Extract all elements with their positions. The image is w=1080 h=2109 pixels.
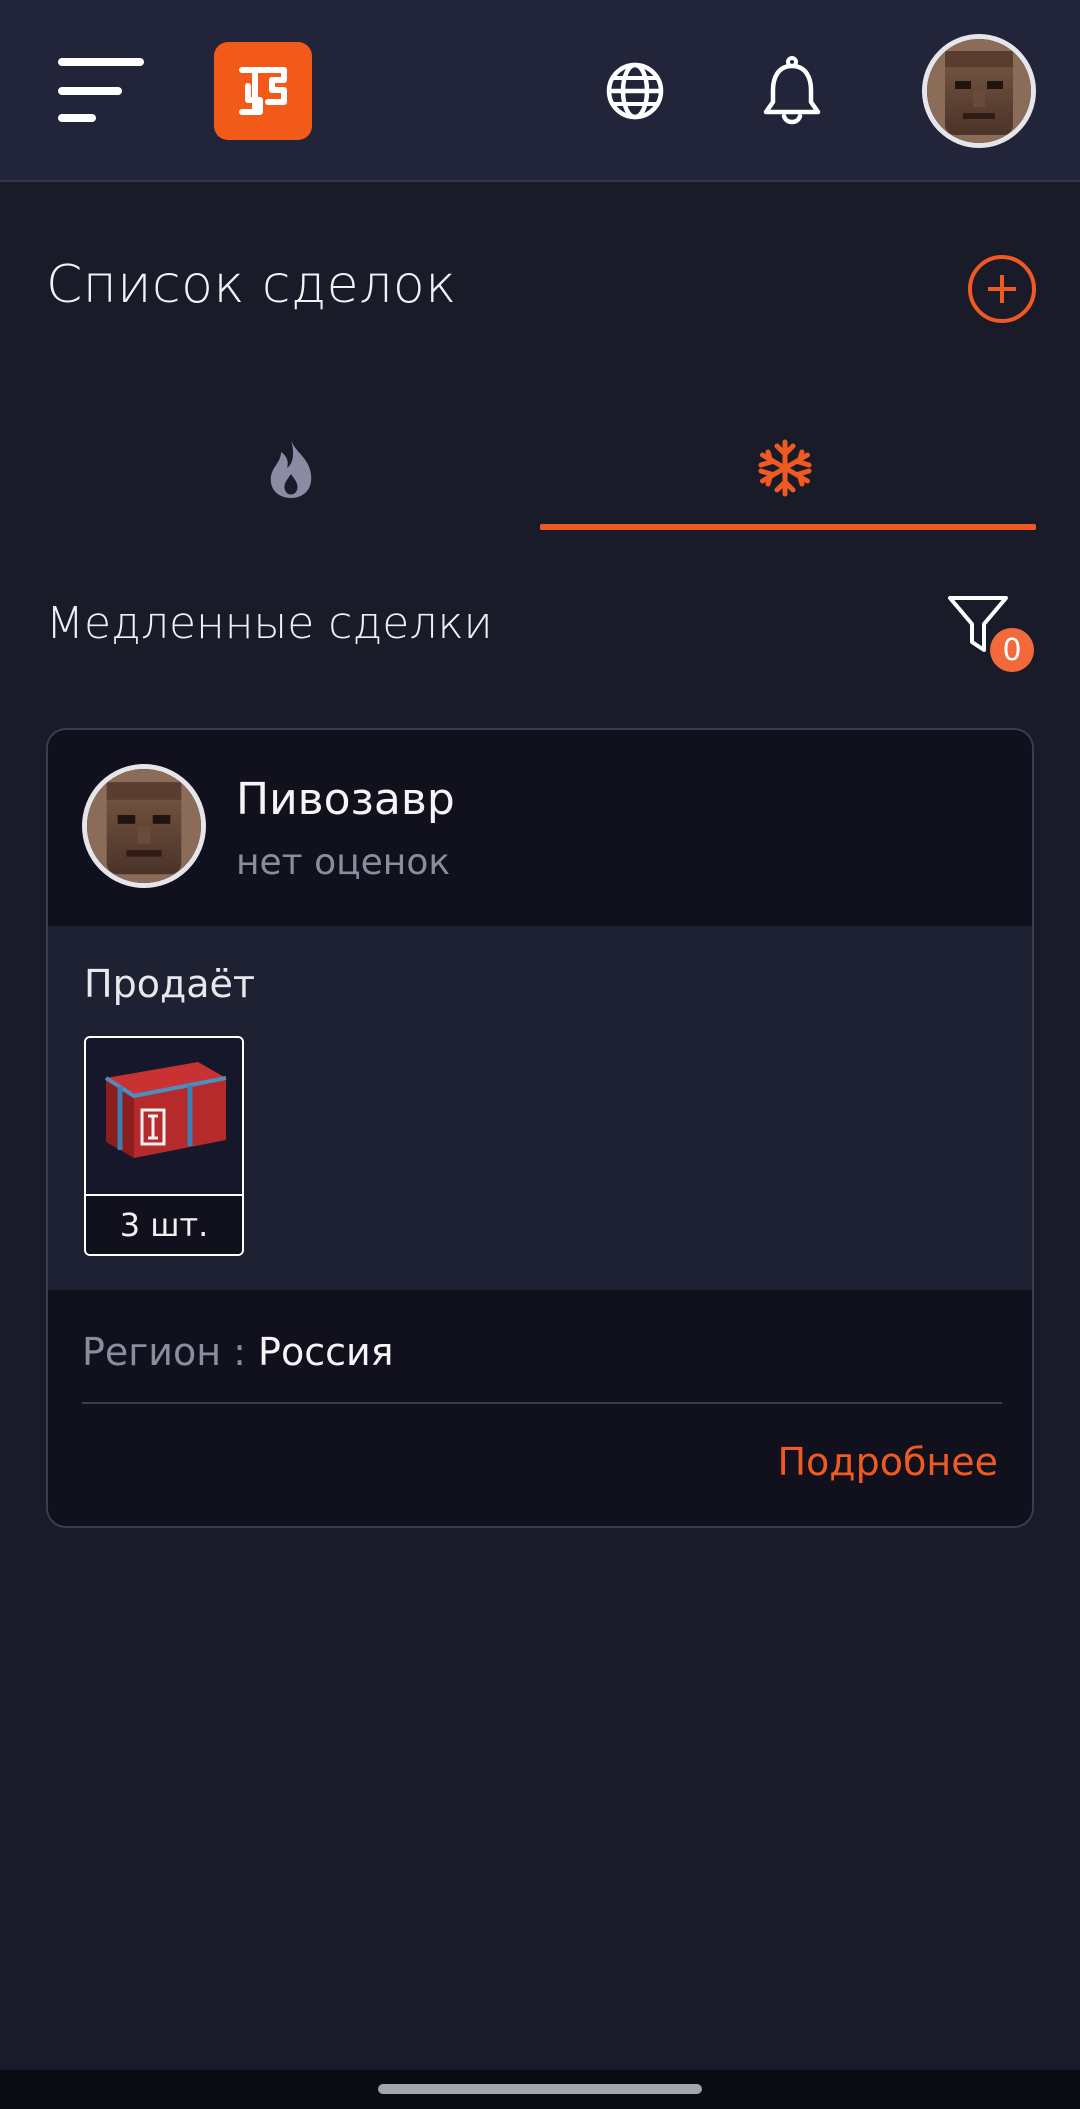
item-quantity: 3 шт.: [86, 1194, 242, 1254]
filter-button[interactable]: 0: [946, 594, 1036, 672]
page-title: Список сделок: [46, 255, 457, 315]
bell-icon[interactable]: [760, 56, 824, 128]
system-navigation-bar: [0, 2070, 1080, 2109]
seller-rating: нет оценок: [236, 842, 451, 883]
sells-label: Продаёт: [84, 962, 256, 1006]
case-item-image: [86, 1038, 242, 1194]
app-header: [0, 0, 1080, 182]
region-info: Регион : Россия: [82, 1330, 394, 1374]
details-link[interactable]: Подробнее: [777, 1440, 998, 1484]
globe-icon[interactable]: [604, 60, 666, 122]
deal-card[interactable]: Пивозавр нет оценок Продаёт 3 шт. Регион…: [46, 728, 1034, 1528]
active-tab-indicator: [540, 524, 1036, 530]
region-label: Регион :: [82, 1330, 246, 1374]
tab-slow-deals[interactable]: [540, 420, 1036, 530]
menu-icon[interactable]: [58, 58, 144, 124]
section-title: Медленные сделки: [46, 598, 493, 649]
item-card[interactable]: 3 шт.: [84, 1036, 244, 1256]
avatar[interactable]: [922, 34, 1036, 148]
tab-hot-deals[interactable]: [46, 420, 536, 530]
filter-count-badge: 0: [990, 628, 1034, 672]
divider: [82, 1402, 1002, 1404]
seller-name: Пивозавр: [236, 774, 455, 825]
home-indicator[interactable]: [378, 2084, 702, 2094]
region-value: Россия: [258, 1330, 394, 1374]
deal-footer: Регион : Россия Подробнее: [48, 1290, 1032, 1526]
seller-avatar: [82, 764, 206, 888]
add-deal-button[interactable]: [968, 255, 1036, 323]
logo-icon[interactable]: [214, 42, 312, 140]
flame-icon: [270, 440, 312, 498]
seller-info[interactable]: Пивозавр нет оценок: [48, 730, 1032, 926]
snowflake-icon: [758, 439, 812, 497]
